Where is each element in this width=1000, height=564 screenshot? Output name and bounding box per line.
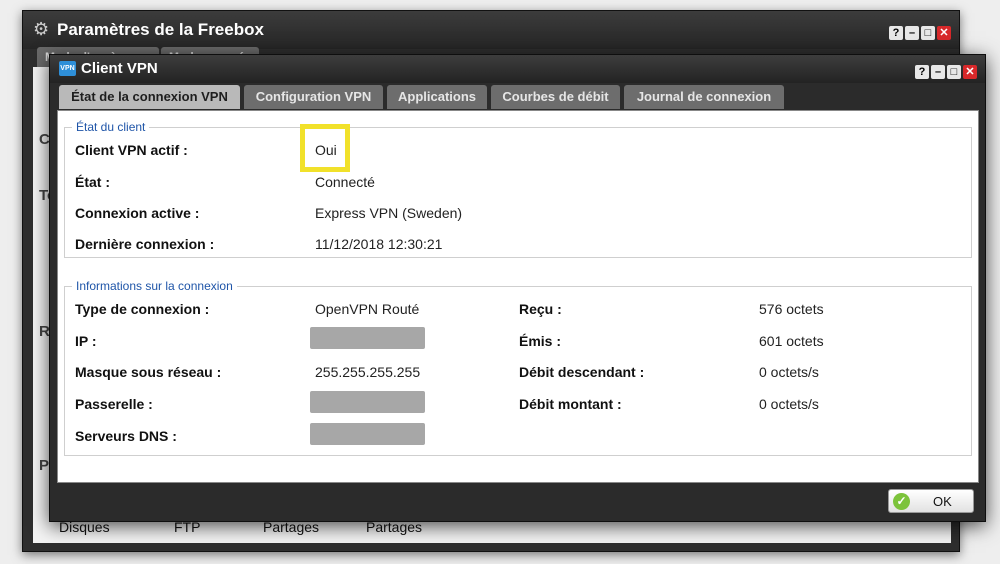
minimize-icon[interactable]: –: [905, 26, 919, 40]
dns-servers-label: Serveurs DNS :: [75, 428, 177, 444]
active-connection-label: Connexion active :: [75, 205, 200, 221]
state-label: État :: [75, 174, 110, 190]
maximize-icon[interactable]: □: [947, 65, 961, 79]
upload-rate-value: 0 octets/s: [759, 396, 819, 412]
close-icon[interactable]: ✕: [937, 26, 951, 40]
client-vpn-active-label: Client VPN actif :: [75, 142, 188, 158]
received-label: Reçu :: [519, 301, 562, 317]
freebox-window-controls: ? – □ ✕: [887, 23, 951, 40]
ip-label: IP :: [75, 333, 97, 349]
connection-type-label: Type de connexion :: [75, 301, 210, 317]
help-icon[interactable]: ?: [889, 26, 903, 40]
vpn-status-panel: État du client Client VPN actif : Oui Ét…: [57, 110, 979, 483]
ip-redacted-value: [310, 327, 425, 349]
tab-vpn-status[interactable]: État de la connexion VPN: [59, 85, 240, 109]
connection-info-legend: Informations sur la connexion: [72, 279, 237, 293]
client-state-legend: État du client: [72, 120, 150, 134]
highlight-box: [300, 124, 350, 172]
gateway-label: Passerelle :: [75, 396, 153, 412]
received-value: 576 octets: [759, 301, 824, 317]
ok-button[interactable]: ✓ OK: [888, 489, 974, 513]
checkmark-icon: ✓: [893, 493, 910, 510]
tab-throughput-curves[interactable]: Courbes de débit: [491, 85, 620, 109]
last-connection-value: 11/12/2018 12:30:21: [315, 236, 443, 252]
tab-connection-log[interactable]: Journal de connexion: [624, 85, 784, 109]
sent-value: 601 octets: [759, 333, 824, 349]
dns-redacted-value: [310, 423, 425, 445]
vpn-logo-icon: VPN: [59, 61, 76, 76]
freebox-window-title: Paramètres de la Freebox: [57, 20, 264, 39]
minimize-icon[interactable]: –: [931, 65, 945, 79]
bg-section-letter: P: [39, 457, 50, 474]
gateway-redacted-value: [310, 391, 425, 413]
tab-applications[interactable]: Applications: [387, 85, 487, 109]
upload-rate-label: Débit montant :: [519, 396, 622, 412]
vpn-client-dialog: VPN Client VPN ? – □ ✕ État de la connexion…: [49, 54, 986, 522]
subnet-mask-value: 255.255.255.255: [315, 364, 421, 380]
close-icon[interactable]: ✕: [963, 65, 977, 79]
sent-label: Émis :: [519, 333, 562, 349]
active-connection-value: Express VPN (Sweden): [315, 205, 463, 221]
tab-vpn-configuration[interactable]: Configuration VPN: [244, 85, 383, 109]
download-rate-value: 0 octets/s: [759, 364, 819, 380]
vpn-titlebar[interactable]: VPN Client VPN ? – □ ✕: [50, 55, 985, 83]
gear-icon: ⚙: [33, 19, 50, 39]
subnet-mask-label: Masque sous réseau :: [75, 364, 222, 380]
connection-type-value: OpenVPN Routé: [315, 301, 420, 317]
dialog-title: Client VPN: [81, 60, 158, 77]
help-icon[interactable]: ?: [915, 65, 929, 79]
download-rate-label: Débit descendant :: [519, 364, 645, 380]
last-connection-label: Dernière connexion :: [75, 236, 215, 252]
dialog-window-controls: ? – □ ✕: [913, 62, 977, 79]
state-value: Connecté: [315, 174, 375, 190]
ok-button-label: OK: [933, 494, 952, 509]
freebox-titlebar[interactable]: ⚙ Paramètres de la Freebox ? – □ ✕: [23, 11, 959, 49]
maximize-icon[interactable]: □: [921, 26, 935, 40]
